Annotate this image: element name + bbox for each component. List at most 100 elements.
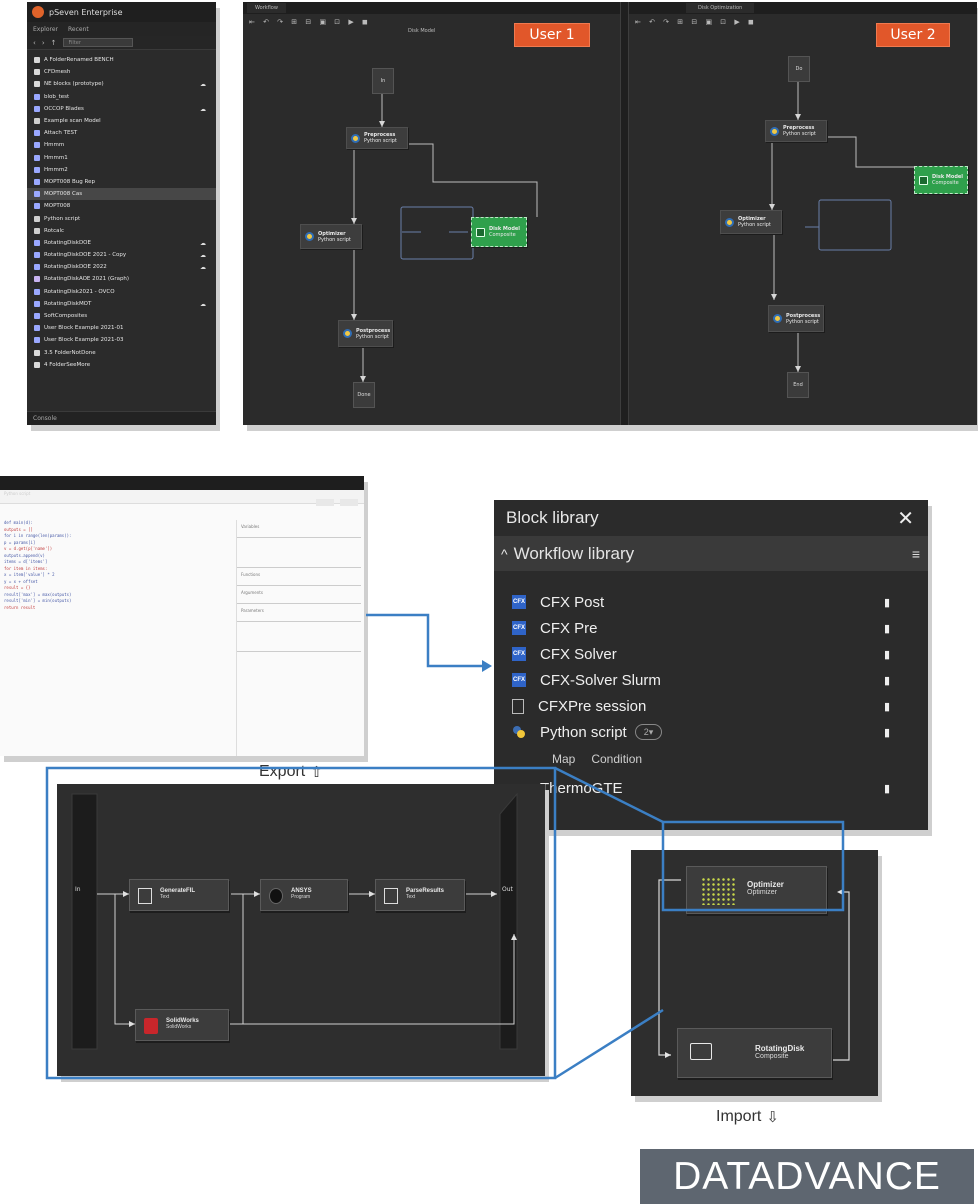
tree-item-label: RotatingDiskAOE 2021 (Graph) (44, 276, 130, 283)
tree-item[interactable]: Example scan Model (27, 115, 216, 127)
forward-icon[interactable]: › (42, 39, 45, 47)
tree-item[interactable]: User Block Example 2021-03 (27, 334, 216, 346)
tree-item[interactable]: OCCOP Blades ☁ (27, 103, 216, 115)
in-port-right[interactable]: Do (788, 56, 810, 82)
cloud-icon[interactable]: ☁ (200, 301, 206, 308)
text-file-icon (138, 888, 152, 904)
tree-item[interactable]: MOPT008 (27, 200, 216, 212)
trash-icon[interactable]: ▮ (884, 674, 890, 687)
tree-item[interactable]: Hmmm (27, 139, 216, 151)
trash-icon[interactable]: ▮ (884, 622, 890, 635)
tree-item[interactable]: 4 FolderSeeMore (27, 359, 216, 371)
up-icon[interactable]: ↑ (51, 39, 57, 47)
script-editor-window: Python script def main(d): outputs = [] … (0, 476, 364, 756)
disk-model-block-left[interactable]: Disk Model Composite (471, 217, 527, 247)
node-subtitle: Python script (356, 333, 389, 340)
tree-item[interactable]: Rotcalc (27, 225, 216, 237)
library-item[interactable]: CFX CFX-Solver Slurm ▮ (512, 668, 912, 692)
console-bar[interactable]: Console (27, 411, 216, 425)
optimizer-block[interactable]: Optimizer Optimizer (686, 866, 827, 914)
trash-icon[interactable]: ▮ (884, 726, 890, 739)
menu-icon[interactable]: ≡ (912, 546, 920, 562)
optimizer-block-left[interactable]: Optimizer Python script (300, 224, 362, 249)
export-label[interactable]: Export ⇧ (259, 763, 323, 781)
tree-item[interactable]: Hmmm2 (27, 164, 216, 176)
out-port-right[interactable]: End (787, 372, 809, 398)
chevron-up-icon[interactable]: ^ (501, 546, 508, 562)
optimizer-block-right[interactable]: Optimizer Python script (720, 210, 782, 234)
tree-item[interactable]: CFDmesh (27, 66, 216, 78)
library-item[interactable]: CFX CFX Solver ▮ (512, 642, 912, 666)
rotatingdisk-block[interactable]: RotatingDisk Composite (677, 1028, 832, 1078)
trash-icon[interactable]: ▮ (884, 782, 890, 795)
tree-item[interactable]: 3.5 FolderNotDone (27, 347, 216, 359)
tree-item[interactable]: User Block Example 2021-01 (27, 322, 216, 334)
tab-explorer[interactable]: Explorer (33, 26, 58, 33)
tree-item[interactable]: RotatingDiskMOT ☁ (27, 298, 216, 310)
library-item[interactable]: CFXPre session ▮ (512, 694, 912, 718)
map-link[interactable]: Map (552, 752, 575, 766)
disk-model-block-right[interactable]: Disk Model Composite (914, 166, 968, 194)
library-item[interactable]: CFX CFX Post ▮ (512, 590, 912, 614)
tree-item[interactable]: SoftComposites (27, 310, 216, 322)
variables-section[interactable]: Variables (237, 520, 361, 538)
workflow-icon (34, 154, 40, 161)
postprocess-block-left[interactable]: Postprocess Python script (338, 320, 393, 347)
block-subtitle: Text (160, 894, 170, 900)
parameters-section[interactable]: Parameters (237, 604, 361, 622)
tree-item[interactable]: MOPT008 Bug Rep (27, 176, 216, 188)
in-port-left[interactable]: In (372, 68, 394, 94)
tree-item-label: RotatingDisk2021 - OVCO (44, 288, 115, 295)
workflow-icon (34, 325, 40, 332)
export-icon[interactable]: ⇧ (310, 763, 323, 781)
library-item[interactable]: TDThermoGTE▮ (510, 776, 912, 800)
workflow-icon (34, 264, 40, 271)
tree-item[interactable]: NE blocks (prototype) ☁ (27, 78, 216, 90)
tree-item[interactable]: RotatingDisk2021 - OVCO (27, 286, 216, 298)
chevron-down-icon: ▾ (648, 726, 654, 737)
save-button[interactable] (316, 499, 334, 506)
app-title: pSeven Enterprise (49, 7, 123, 17)
tree-item[interactable]: A FolderRenamed BENCH (27, 54, 216, 66)
cloud-icon[interactable]: ☁ (200, 264, 206, 271)
code-area[interactable]: def main(d): outputs = [] for i in range… (4, 520, 226, 611)
cloud-icon[interactable]: ☁ (200, 252, 206, 259)
tree-item[interactable]: Attach TEST (27, 127, 216, 139)
import-icon[interactable]: ⇩ (766, 1108, 779, 1126)
preprocess-block-left[interactable]: Preprocess Python script (346, 127, 408, 149)
trash-icon[interactable]: ▮ (884, 700, 890, 713)
trash-icon[interactable]: ▮ (884, 596, 890, 609)
tree-item[interactable]: Python script (27, 212, 216, 224)
tree-item[interactable]: RotatingDiskAOE 2021 (Graph) (27, 273, 216, 285)
tree-item[interactable]: RotatingDiskDOE 2022 ☁ (27, 261, 216, 273)
import-label[interactable]: Import ⇩ (716, 1108, 779, 1126)
preprocess-block-right[interactable]: Preprocess Python script (765, 120, 827, 142)
workflow-block[interactable]: ParseResults Text (375, 879, 465, 911)
workflow-library-header[interactable]: ^ Workflow library ≡ (494, 537, 928, 571)
workflow-block[interactable]: ANSYS Program (260, 879, 348, 911)
cloud-icon[interactable]: ☁ (200, 81, 206, 88)
version-select[interactable]: 2 ▾ (634, 724, 663, 740)
close-button[interactable] (340, 499, 358, 506)
tree-item[interactable]: Hmmm1 (27, 152, 216, 164)
tree-item[interactable]: blob_test (27, 91, 216, 103)
out-port-left[interactable]: Done (353, 382, 375, 408)
workflow-block[interactable]: SolidWorks SolidWorks (135, 1009, 229, 1041)
postprocess-block-right[interactable]: Postprocess Python script (768, 305, 824, 332)
trash-icon[interactable]: ▮ (884, 648, 890, 661)
workflow-block[interactable]: GenerateFIL Text (129, 879, 229, 911)
tree-item[interactable]: RotatingDiskDOE ☁ (27, 237, 216, 249)
cloud-icon[interactable]: ☁ (200, 106, 206, 113)
tree-item[interactable]: RotatingDiskDOE 2021 - Copy ☁ (27, 249, 216, 261)
tree-item[interactable]: MOPT008 Cas (27, 188, 216, 201)
library-item[interactable]: CFX CFX Pre ▮ (512, 616, 912, 640)
library-item[interactable]: Python script 2 ▾ ▮ (512, 720, 912, 744)
back-icon[interactable]: ‹ (33, 39, 36, 47)
cloud-icon[interactable]: ☁ (200, 240, 206, 247)
functions-section[interactable]: Functions (237, 568, 361, 586)
condition-link[interactable]: Condition (591, 752, 642, 766)
arguments-section[interactable]: Arguments (237, 586, 361, 604)
python-icon (725, 217, 734, 227)
tab-recent[interactable]: Recent (68, 26, 89, 33)
close-icon[interactable]: ✕ (897, 506, 914, 531)
